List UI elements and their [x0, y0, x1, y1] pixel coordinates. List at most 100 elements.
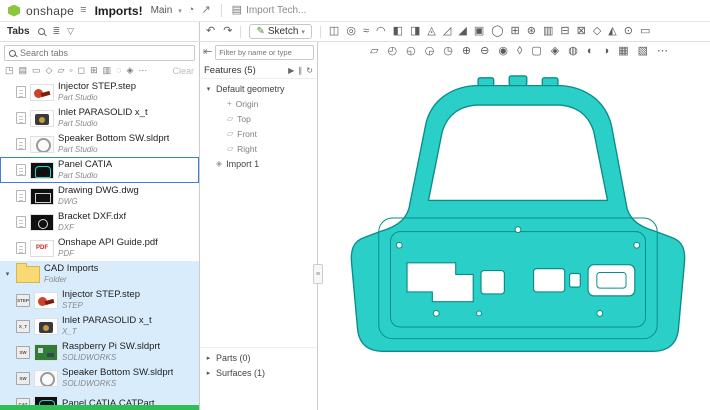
filter-pdfs-icon[interactable]: ◻ — [78, 66, 85, 75]
filter-variables-icon[interactable]: ◈ — [127, 66, 134, 75]
features-footer-item[interactable]: ▸Surfaces (1) — [200, 365, 317, 380]
chevron-right-icon[interactable]: ▸ — [205, 354, 212, 362]
filter-blobs-icon[interactable]: ◇ — [46, 66, 53, 75]
features-footer-item[interactable]: ▸Parts (0) — [200, 350, 317, 365]
clear-filters-button[interactable]: Clear — [172, 66, 194, 76]
list-item[interactable]: X_TInlet PARASOLID x_tX_T — [0, 313, 199, 339]
loft-icon[interactable]: ◠ — [376, 26, 386, 37]
tabs-filter-icon[interactable]: ▽ — [67, 27, 74, 36]
rollback-play-icon[interactable]: ▶ — [288, 66, 294, 75]
extrude-icon[interactable]: ◫ — [329, 26, 339, 37]
transform-icon[interactable]: ◇ — [593, 26, 601, 37]
mirror-icon[interactable]: ▥ — [543, 26, 553, 37]
revolve-icon[interactable]: ◎ — [346, 26, 356, 37]
filter-more-icon[interactable]: ⋯ — [138, 66, 147, 75]
sweep-icon[interactable]: ≈ — [363, 26, 369, 37]
named-views-icon[interactable]: ◊ — [517, 46, 522, 57]
collapse-panel-icon[interactable]: ⇤ — [203, 47, 212, 58]
list-item[interactable]: Speaker Bottom SW.sldprtPart Studio — [0, 131, 199, 157]
panel-body[interactable] — [351, 86, 684, 352]
list-item[interactable]: PDFOnshape API Guide.pdfPDF — [0, 235, 199, 261]
viewport[interactable]: ▱ ◴ ◵ ◶ ◷ ⊕ ⊖ ◉ ◊ ▢ ◈ ◍ ◐ ◑ ▦ ▧ ⋯ — [318, 42, 710, 410]
mass-properties-icon[interactable]: ◐ — [587, 46, 594, 57]
linear-pattern-icon[interactable]: ⊞ — [511, 26, 520, 37]
suppress-pause-icon[interactable]: ∥ — [298, 66, 302, 75]
isolate-icon[interactable]: ⊖ — [480, 46, 489, 57]
export-icon[interactable]: ▧ — [638, 46, 648, 57]
display-states-icon[interactable]: ◍ — [568, 46, 578, 57]
feature-tree-item[interactable]: ▾Default geometry — [200, 81, 317, 96]
list-item[interactable]: Injector STEP.stepPart Studio — [0, 79, 199, 105]
thicken-icon[interactable]: ◧ — [393, 26, 403, 37]
boolean-icon[interactable]: ⊟ — [560, 26, 569, 37]
chevron-down-icon[interactable]: ▾ — [205, 85, 212, 93]
panel-resize-handle[interactable]: ≡ — [313, 264, 323, 284]
chevron-right-icon[interactable]: ▸ — [205, 369, 212, 377]
regenerate-icon[interactable]: ↻ — [306, 66, 313, 75]
undo-icon[interactable]: ↶ — [206, 26, 215, 37]
section-view-icon[interactable]: ◷ — [443, 46, 453, 57]
search-tabs-box[interactable] — [4, 45, 195, 61]
filter-folders-icon[interactable]: ▱ — [57, 66, 64, 75]
draft-icon[interactable]: ◿ — [443, 26, 451, 37]
measure-icon[interactable]: ▭ — [640, 26, 650, 37]
list-item[interactable]: Panel CATIAPart Studio — [0, 157, 199, 183]
project-icon[interactable]: ◶ — [425, 46, 435, 57]
hole-icon[interactable]: ◯ — [491, 26, 503, 37]
sheet-metal-icon[interactable]: ◑ — [603, 46, 610, 57]
search-tabs-input[interactable] — [20, 48, 190, 58]
list-item[interactable]: STEPInjector STEP.stepSTEP — [0, 287, 199, 313]
flatten-icon[interactable]: ▦ — [618, 46, 628, 57]
onshape-logo-icon[interactable] — [8, 5, 20, 17]
feature-tree-item[interactable]: ▱Front — [200, 126, 317, 141]
feature-tree-item[interactable]: ▱Right — [200, 141, 317, 156]
tabs-list-view-icon[interactable]: ≣ — [53, 27, 61, 36]
more-icon[interactable]: ⋯ — [657, 46, 668, 57]
zoom-fit-icon[interactable]: ◈ — [551, 46, 559, 57]
split-icon[interactable]: ⊠ — [577, 26, 586, 37]
hide-icon[interactable]: ⊕ — [462, 46, 471, 57]
filter-imports-icon[interactable]: ▫ — [69, 66, 72, 75]
list-item[interactable]: Bracket DXF.dxfDXF — [0, 209, 199, 235]
main-menu-icon[interactable]: ≡ — [80, 5, 86, 16]
folder-expander-icon[interactable]: ▾ — [3, 270, 12, 278]
feature-tree-item[interactable]: ◈Import 1 — [200, 156, 317, 171]
rib-icon[interactable]: ◢ — [458, 26, 466, 37]
fillet-icon[interactable]: ◨ — [410, 26, 420, 37]
appearance-icon[interactable]: ◉ — [498, 46, 508, 57]
feature-filter-input[interactable] — [215, 45, 314, 60]
plane-icon[interactable]: ▱ — [370, 46, 378, 57]
share-icon[interactable]: ↗ — [201, 5, 210, 16]
workspace-caret-icon[interactable]: ▾ — [178, 7, 182, 15]
tailgate-model[interactable] — [332, 72, 704, 364]
feature-tree-item[interactable]: ▱Top — [200, 111, 317, 126]
offset-surface-icon[interactable]: ◭ — [608, 26, 616, 37]
feature-tree-item[interactable]: +Origin — [200, 96, 317, 111]
filter-part-studios-icon[interactable]: ◳ — [5, 66, 14, 75]
sketch-button[interactable]: ✎ Sketch ▾ — [249, 24, 311, 39]
circular-pattern-icon[interactable]: ⊛ — [527, 26, 536, 37]
history-icon[interactable]: ◔ — [188, 5, 195, 16]
injector-thumbnail — [34, 292, 58, 309]
list-item[interactable]: Drawing DWG.dwgDWG — [0, 183, 199, 209]
axis-icon[interactable]: ◵ — [406, 46, 416, 57]
filter-drawings-icon[interactable]: ▭ — [32, 66, 41, 75]
tab-text: Panel CATIAPart Studio — [58, 160, 112, 180]
list-item[interactable]: ▾CAD ImportsFolder — [0, 261, 199, 287]
list-item[interactable]: SWSpeaker Bottom SW.sldprtSOLIDWORKS — [0, 365, 199, 391]
secondary-doc-tab[interactable]: ▤ Import Tech... — [232, 5, 307, 16]
search-icon[interactable] — [38, 28, 45, 35]
filter-tables-icon[interactable]: ▥ — [103, 66, 112, 75]
wrap-icon[interactable]: ⊙ — [624, 26, 633, 37]
redo-icon[interactable]: ↷ — [223, 26, 232, 37]
filter-images-icon[interactable]: ⊞ — [90, 66, 98, 75]
workspace-name[interactable]: Main — [151, 5, 173, 16]
chamfer-icon[interactable]: ◬ — [427, 26, 435, 37]
filter-assemblies-icon[interactable]: ▤ — [19, 66, 28, 75]
list-item[interactable]: Inlet PARASOLID x_tPart Studio — [0, 105, 199, 131]
filter-materials-icon[interactable]: ◌ — [116, 66, 121, 75]
view-cube-icon[interactable]: ▢ — [531, 46, 541, 57]
list-item[interactable]: SWRaspberry Pi SW.sldprtSOLIDWORKS — [0, 339, 199, 365]
point-icon[interactable]: ◴ — [387, 46, 397, 57]
shell-icon[interactable]: ▣ — [474, 26, 484, 37]
